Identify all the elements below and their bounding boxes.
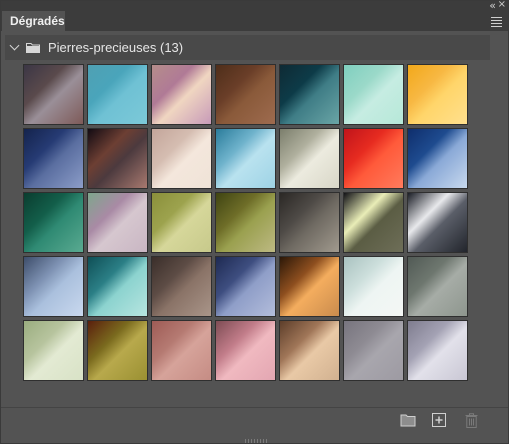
gradient-swatch[interactable] bbox=[343, 64, 404, 125]
gradient-group-header[interactable]: Pierres-precieuses (13) bbox=[5, 35, 490, 60]
panel-title-strip: « × bbox=[1, 0, 508, 11]
gradient-swatch[interactable] bbox=[279, 320, 340, 381]
gradient-swatch[interactable] bbox=[279, 192, 340, 253]
gradient-swatch[interactable] bbox=[407, 192, 468, 253]
close-icon[interactable]: × bbox=[498, 0, 506, 10]
double-chevron-left-icon[interactable]: « bbox=[489, 0, 496, 11]
gradient-swatch[interactable] bbox=[215, 256, 276, 317]
gradient-swatch[interactable] bbox=[87, 128, 148, 189]
gradient-swatch[interactable] bbox=[407, 256, 468, 317]
trash-icon[interactable] bbox=[465, 413, 478, 428]
gradient-swatch[interactable] bbox=[23, 64, 84, 125]
gradient-swatch[interactable] bbox=[343, 128, 404, 189]
gradient-swatch[interactable] bbox=[215, 128, 276, 189]
add-icon[interactable] bbox=[432, 413, 446, 427]
gradient-swatch[interactable] bbox=[407, 128, 468, 189]
gradient-swatch[interactable] bbox=[407, 320, 468, 381]
chevron-down-icon[interactable] bbox=[9, 40, 20, 51]
gradient-swatch[interactable] bbox=[215, 192, 276, 253]
gradient-swatch[interactable] bbox=[87, 192, 148, 253]
gradient-swatch[interactable] bbox=[343, 320, 404, 381]
folder-icon[interactable] bbox=[400, 413, 416, 427]
gradient-swatch[interactable] bbox=[23, 256, 84, 317]
bottom-divider bbox=[1, 407, 508, 408]
gradient-swatch[interactable] bbox=[87, 320, 148, 381]
gradient-swatch[interactable] bbox=[215, 64, 276, 125]
gradient-swatch[interactable] bbox=[279, 256, 340, 317]
tab-bar: Dégradés bbox=[1, 11, 508, 31]
gradient-swatch[interactable] bbox=[23, 128, 84, 189]
resize-grip[interactable] bbox=[245, 439, 267, 443]
group-name: Pierres-precieuses (13) bbox=[48, 40, 184, 55]
gradient-swatch[interactable] bbox=[23, 192, 84, 253]
gradient-swatch[interactable] bbox=[151, 64, 212, 125]
hamburger-menu-icon[interactable] bbox=[491, 17, 502, 29]
gradient-swatch[interactable] bbox=[23, 320, 84, 381]
tab-gradients[interactable]: Dégradés bbox=[2, 11, 65, 31]
gradient-swatch[interactable] bbox=[215, 320, 276, 381]
gradient-swatch[interactable] bbox=[151, 256, 212, 317]
gradient-swatch[interactable] bbox=[87, 256, 148, 317]
gradient-swatch[interactable] bbox=[87, 64, 148, 125]
gradient-swatch[interactable] bbox=[151, 320, 212, 381]
folder-icon bbox=[26, 43, 40, 53]
gradients-panel: « × Dégradés Pierres-precieuses (13) bbox=[0, 0, 509, 444]
gradient-swatch[interactable] bbox=[343, 192, 404, 253]
gradient-swatch[interactable] bbox=[279, 128, 340, 189]
gradient-swatch[interactable] bbox=[343, 256, 404, 317]
gradient-swatch[interactable] bbox=[407, 64, 468, 125]
gradient-swatch[interactable] bbox=[151, 192, 212, 253]
gradient-swatch[interactable] bbox=[279, 64, 340, 125]
gradient-swatch[interactable] bbox=[151, 128, 212, 189]
